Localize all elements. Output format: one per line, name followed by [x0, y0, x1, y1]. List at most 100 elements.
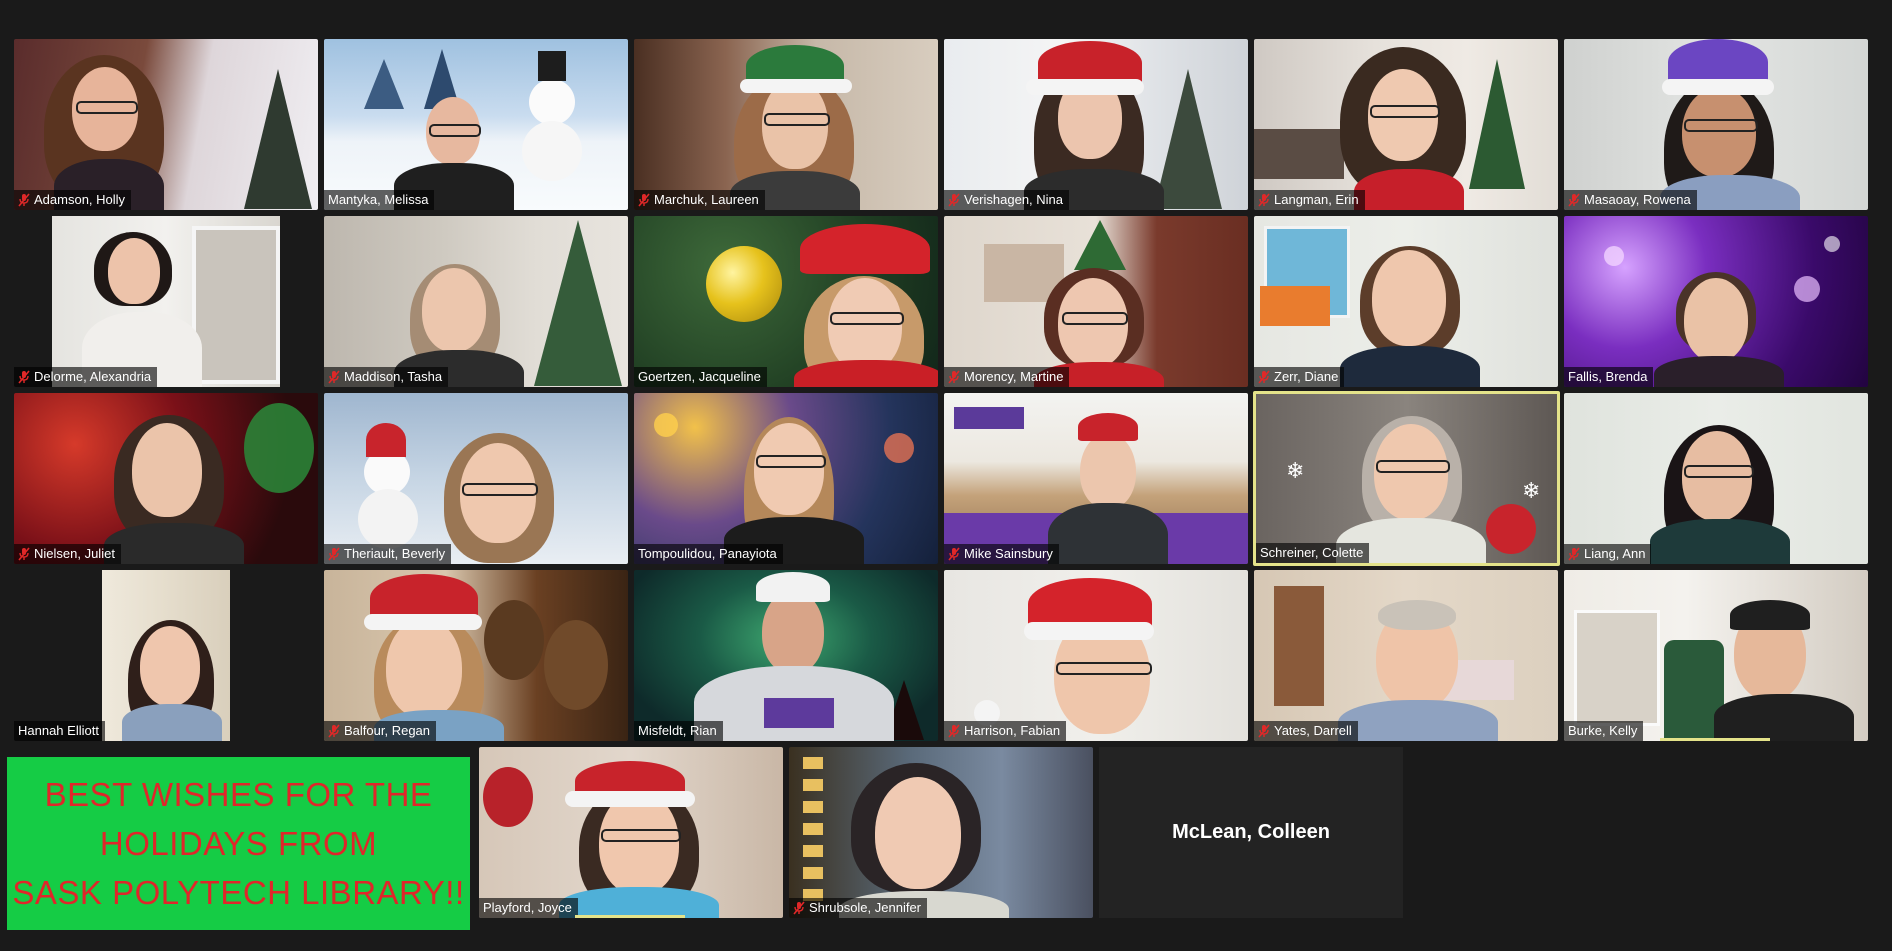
participant-tile[interactable]: Mike Sainsbury	[944, 393, 1248, 564]
active-speaker-tile[interactable]: ❄ ❄ Schreiner, Colette	[1253, 391, 1560, 566]
microphone-muted-icon	[948, 370, 960, 384]
participant-name-tag: Morency, Martine	[944, 367, 1070, 387]
participant-tile[interactable]: Fallis, Brenda	[1564, 216, 1868, 387]
participant-tile[interactable]: Playford, Joyce	[479, 747, 783, 918]
participant-tile[interactable]: Maddison, Tasha	[324, 216, 628, 387]
participant-name-tag: Balfour, Regan	[324, 721, 437, 741]
participant-name: Mantyka, Melissa	[328, 192, 429, 207]
participant-name-tag: Adamson, Holly	[14, 190, 132, 210]
participant-name-tag: Liang, Ann	[1564, 544, 1652, 564]
microphone-muted-icon	[1568, 193, 1580, 207]
participant-tile[interactable]: Adamson, Holly	[14, 39, 318, 210]
participant-name-tag: Tompoulidou, Panayiota	[634, 544, 783, 564]
microphone-muted-icon	[948, 724, 960, 738]
participant-video	[14, 39, 318, 210]
participant-name-tag: Yates, Darrell	[1254, 721, 1358, 741]
participant-video	[324, 393, 628, 564]
video-off-participant-tile[interactable]: McLean, Colleen	[1099, 747, 1403, 918]
participant-tile[interactable]: Langman, Erin	[1254, 39, 1558, 210]
participant-name-tag: Goertzen, Jacqueline	[634, 367, 767, 387]
participant-name: Morency, Martine	[964, 369, 1064, 384]
participant-name: Theriault, Beverly	[344, 546, 446, 561]
participant-video	[1564, 39, 1868, 210]
participant-tile[interactable]: Balfour, Regan	[324, 570, 628, 741]
participant-video	[789, 747, 1093, 918]
participant-tile[interactable]: Hannah Elliott	[14, 570, 318, 741]
participant-tile[interactable]: Morency, Martine	[944, 216, 1248, 387]
participant-tile[interactable]: Yates, Darrell	[1254, 570, 1558, 741]
participant-video	[634, 393, 938, 564]
participant-video	[944, 39, 1248, 210]
participant-video	[324, 570, 628, 741]
participant-name: Delorme, Alexandria	[34, 369, 152, 384]
participant-video	[634, 570, 938, 741]
participant-video: ❄ ❄	[1256, 394, 1557, 563]
participant-tile[interactable]: Theriault, Beverly	[324, 393, 628, 564]
participant-name: Burke, Kelly	[1568, 723, 1638, 738]
participant-tile[interactable]: Harrison, Fabian	[944, 570, 1248, 741]
participant-tile[interactable]: Marchuk, Laureen	[634, 39, 938, 210]
participant-name: Goertzen, Jacqueline	[638, 369, 761, 384]
participant-tile[interactable]: Nielsen, Juliet	[14, 393, 318, 564]
microphone-muted-icon	[328, 370, 340, 384]
microphone-muted-icon	[18, 193, 30, 207]
participant-tile[interactable]: Misfeldt, Rian	[634, 570, 938, 741]
participant-name-tag: Marchuk, Laureen	[634, 190, 765, 210]
participant-name: Misfeldt, Rian	[638, 723, 717, 738]
participant-name-tag: Mike Sainsbury	[944, 544, 1059, 564]
participant-name-tag: Delorme, Alexandria	[14, 367, 158, 387]
microphone-muted-icon	[1568, 547, 1580, 561]
participant-name: Balfour, Regan	[344, 723, 431, 738]
participant-name: Maddison, Tasha	[344, 369, 443, 384]
participant-name: Mike Sainsbury	[964, 546, 1053, 561]
participant-video	[1254, 39, 1558, 210]
microphone-muted-icon	[1258, 193, 1270, 207]
participant-tile[interactable]: Goertzen, Jacqueline	[634, 216, 938, 387]
banner-line: SASK POLYTECH LIBRARY!!	[12, 874, 465, 911]
participant-tile[interactable]: Masaoay, Rowena	[1564, 39, 1868, 210]
microphone-muted-icon	[18, 547, 30, 561]
participant-tile[interactable]: Verishagen, Nina	[944, 39, 1248, 210]
audio-activity-bar	[1660, 738, 1770, 741]
participant-name-tag: Maddison, Tasha	[324, 367, 449, 387]
participant-video	[944, 570, 1248, 741]
microphone-muted-icon	[948, 193, 960, 207]
participant-video	[102, 570, 230, 741]
participant-name: Adamson, Holly	[34, 192, 126, 207]
participant-name: McLean, Colleen	[1172, 821, 1330, 843]
participant-name: Shrubsole, Jennifer	[809, 900, 922, 915]
participant-tile[interactable]: Tompoulidou, Panayiota	[634, 393, 938, 564]
microphone-muted-icon	[793, 901, 805, 915]
participant-video	[634, 216, 938, 387]
participant-tile[interactable]: Burke, Kelly	[1564, 570, 1868, 741]
participant-video	[634, 39, 938, 210]
microphone-muted-icon	[1258, 724, 1270, 738]
participant-name-tag: Nielsen, Juliet	[14, 544, 121, 564]
participant-video	[324, 216, 628, 387]
participant-name: Yates, Darrell	[1274, 723, 1352, 738]
participant-tile[interactable]: Delorme, Alexandria	[14, 216, 318, 387]
participant-name-tag: Burke, Kelly	[1564, 721, 1644, 741]
participant-name-tag: Schreiner, Colette	[1256, 543, 1370, 563]
participant-name: Nielsen, Juliet	[34, 546, 115, 561]
participant-tile[interactable]: Shrubsole, Jennifer	[789, 747, 1093, 918]
participant-name-tag: Shrubsole, Jennifer	[789, 898, 928, 918]
participant-tile[interactable]: Zerr, Diane	[1254, 216, 1558, 387]
microphone-muted-icon	[328, 724, 340, 738]
banner-line: BEST WISHES FOR THE	[44, 776, 433, 813]
participant-name: Marchuk, Laureen	[654, 192, 759, 207]
participant-tile[interactable]: Liang, Ann	[1564, 393, 1868, 564]
participant-video	[1254, 216, 1558, 387]
participant-video	[944, 393, 1248, 564]
participant-video	[14, 393, 318, 564]
microphone-muted-icon	[1258, 370, 1270, 384]
participant-name-tag: Playford, Joyce	[479, 898, 578, 918]
participant-name-tag: Mantyka, Melissa	[324, 190, 435, 210]
microphone-muted-icon	[328, 547, 340, 561]
participant-name: Masaoay, Rowena	[1584, 192, 1691, 207]
participant-video	[1564, 570, 1868, 741]
participant-name: Tompoulidou, Panayiota	[638, 546, 777, 561]
participant-video	[1254, 570, 1558, 741]
participant-tile[interactable]: Mantyka, Melissa	[324, 39, 628, 210]
participant-name: Liang, Ann	[1584, 546, 1646, 561]
